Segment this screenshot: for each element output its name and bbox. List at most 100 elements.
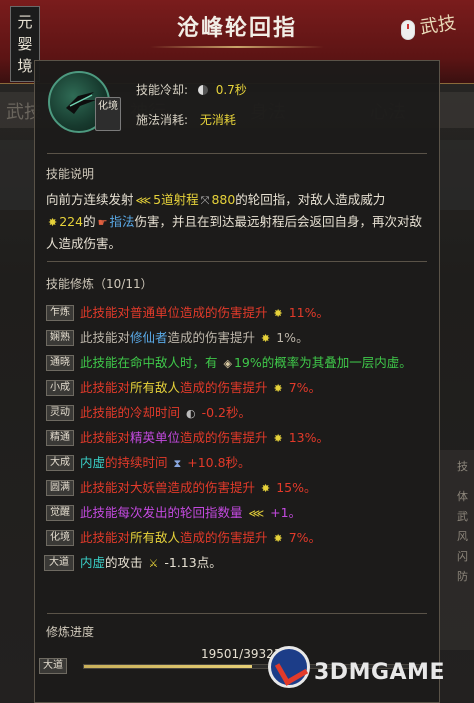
desc-power: 224: [59, 214, 84, 229]
desc-text: 的轮回指，对敌人造成威力: [235, 192, 386, 207]
cost-label: 施法消耗:: [136, 113, 189, 127]
skill-description: 向前方连续发射 ⋘ 5道射程 ⤧ 880的轮回指，对敌人造成威力 ✸ 224的 ☛ 指法伤害，…: [46, 189, 430, 254]
training-text: 此技能对普通单位造成的伤害提升: [80, 305, 268, 320]
training-target: 内虚: [80, 455, 106, 470]
training-value: 11%。: [288, 305, 329, 320]
training-value: +1。: [270, 505, 302, 520]
background-item: 体: [457, 490, 468, 503]
training-row: 觉醒 此技能每次发出的轮回指数量 ⋘ +1。: [44, 503, 434, 524]
skill-realm-badge: 化境: [95, 97, 121, 131]
background-item: 闪: [457, 550, 468, 563]
background-item: 技: [457, 460, 468, 473]
training-tag: 大道: [44, 555, 74, 571]
cost-value: 无消耗: [199, 113, 236, 127]
training-value: 13%。: [288, 430, 330, 445]
power-icon: ✸: [261, 332, 271, 345]
desc-attribute: 指法: [109, 214, 135, 229]
training-row: 乍炼 此技能对普通单位造成的伤害提升 ✸ 11%。: [44, 303, 434, 324]
training-tag: 圆满: [46, 480, 74, 496]
training-list: 乍炼 此技能对普通单位造成的伤害提升 ✸ 11%。 娴熟 此技能对修仙者造成的伤…: [44, 303, 434, 578]
training-value: 7%。: [288, 380, 322, 395]
training-tag: 娴熟: [46, 330, 74, 346]
training-target: 内虚: [80, 555, 106, 570]
chance-icon: ◈: [223, 357, 232, 370]
training-value: 19%的概率为其叠加一层内虚。: [233, 355, 412, 370]
range-icon: ⤧: [200, 194, 210, 207]
description-title: 技能说明: [46, 167, 95, 181]
training-text: 造成的伤害提升: [180, 530, 268, 545]
training-text: 的持续时间: [105, 455, 168, 470]
background-item: 武: [457, 510, 468, 523]
desc-text: 的: [83, 214, 96, 229]
training-value: -1.13点。: [164, 555, 222, 570]
training-tag: 灵动: [46, 405, 74, 421]
desc-text: 向前方连续发射: [46, 192, 134, 207]
training-row: 小成 此技能对所有敌人造成的伤害提升 ✸ 7%。: [44, 378, 434, 399]
training-text: 此技能对: [80, 380, 131, 395]
finger-strike-icon: [66, 92, 96, 114]
training-tag: 小成: [46, 380, 74, 396]
finger-icon: ☛: [97, 216, 108, 229]
training-row: 通晓 此技能在命中敌人时，有 ◈ 19%的概率为其叠加一层内虚。: [44, 353, 434, 374]
training-target: 所有敌人: [130, 530, 181, 545]
training-text: 此技能对: [80, 530, 131, 545]
cooldown-label: 技能冷却:: [136, 83, 189, 97]
training-value: 1%。: [276, 330, 309, 345]
power-icon: ✸: [273, 382, 283, 395]
training-text: 此技能的冷却时间: [80, 405, 181, 420]
training-tag: 精通: [46, 430, 74, 446]
training-row: 大成 内虚的持续时间 ⧗ +10.8秒。: [44, 453, 434, 474]
cost-row: 施法消耗: 无消耗: [136, 111, 236, 128]
mouse-icon: [401, 20, 415, 40]
training-row: 灵动 此技能的冷却时间 ◐ -0.2秒。: [44, 403, 434, 424]
training-row: 精通 此技能对精英单位造成的伤害提升 ✸ 13%。: [44, 428, 434, 449]
attack-icon: ⚔: [148, 557, 159, 570]
training-title: 技能修炼（10/11）: [46, 277, 153, 291]
cooldown-value: 0.7秒: [215, 83, 247, 97]
skill-tooltip: 化境 技能冷却: 0.7秒 施法消耗: 无消耗 技能说明 向前方连续发射 ⋘ 5道射…: [34, 60, 440, 703]
training-text: 造成的伤害提升: [180, 430, 268, 445]
training-value: 7%。: [288, 530, 322, 545]
training-value: +10.8秒。: [187, 455, 251, 470]
clock-icon: [197, 85, 208, 95]
clock-icon: ◐: [186, 407, 196, 420]
progress-tag: 大道: [39, 658, 67, 674]
background-item: 防: [457, 570, 468, 583]
training-text: 此技能对大妖兽造成的伤害提升: [80, 480, 256, 495]
cooldown-row: 技能冷却: 0.7秒: [136, 81, 247, 98]
training-value: 15%。: [276, 480, 317, 495]
power-icon: ✸: [273, 307, 283, 320]
watermark-text: 3DMGAME: [314, 660, 445, 685]
training-tag: 通晓: [46, 355, 74, 371]
progress-title: 修炼进度: [46, 625, 95, 639]
hourglass-icon: ⧗: [173, 457, 182, 470]
training-text: 的攻击: [105, 555, 143, 570]
training-tag: 乍炼: [46, 305, 74, 321]
background-item: 风: [457, 530, 468, 543]
training-tag: 化境: [46, 530, 74, 546]
training-target: 精英单位: [130, 430, 181, 445]
progress-fill: [84, 665, 252, 668]
training-tag: 觉醒: [46, 505, 74, 521]
power-icon: ✸: [273, 432, 283, 445]
divider: [47, 261, 427, 262]
training-target: 所有敌人: [130, 380, 181, 395]
desc-count: 5道射程: [153, 192, 199, 207]
training-row: 化境 此技能对所有敌人造成的伤害提升 ✸ 7%。: [44, 528, 434, 549]
title-ornament: [150, 46, 324, 48]
divider: [47, 613, 427, 614]
training-text: 此技能每次发出的轮回指数量: [80, 505, 243, 520]
training-row: 娴熟 此技能对修仙者造成的伤害提升 ✸ 1%。: [44, 328, 434, 349]
projectile-icon: ⋘: [248, 507, 265, 520]
power-icon: ✸: [273, 532, 283, 545]
training-text: 此技能在命中敌人时，有: [80, 355, 218, 370]
training-tag: 大成: [46, 455, 74, 471]
3dm-logo-icon: [268, 646, 310, 688]
training-value: -0.2秒。: [201, 405, 251, 420]
training-row-locked: 大道 内虚的攻击 ⚔ -1.13点。: [44, 553, 434, 574]
training-text: 造成的伤害提升: [167, 330, 256, 345]
training-target: 修仙者: [130, 330, 168, 345]
power-icon: ✸: [261, 482, 271, 495]
training-text: 此技能对: [80, 430, 131, 445]
training-text: 造成的伤害提升: [180, 380, 268, 395]
